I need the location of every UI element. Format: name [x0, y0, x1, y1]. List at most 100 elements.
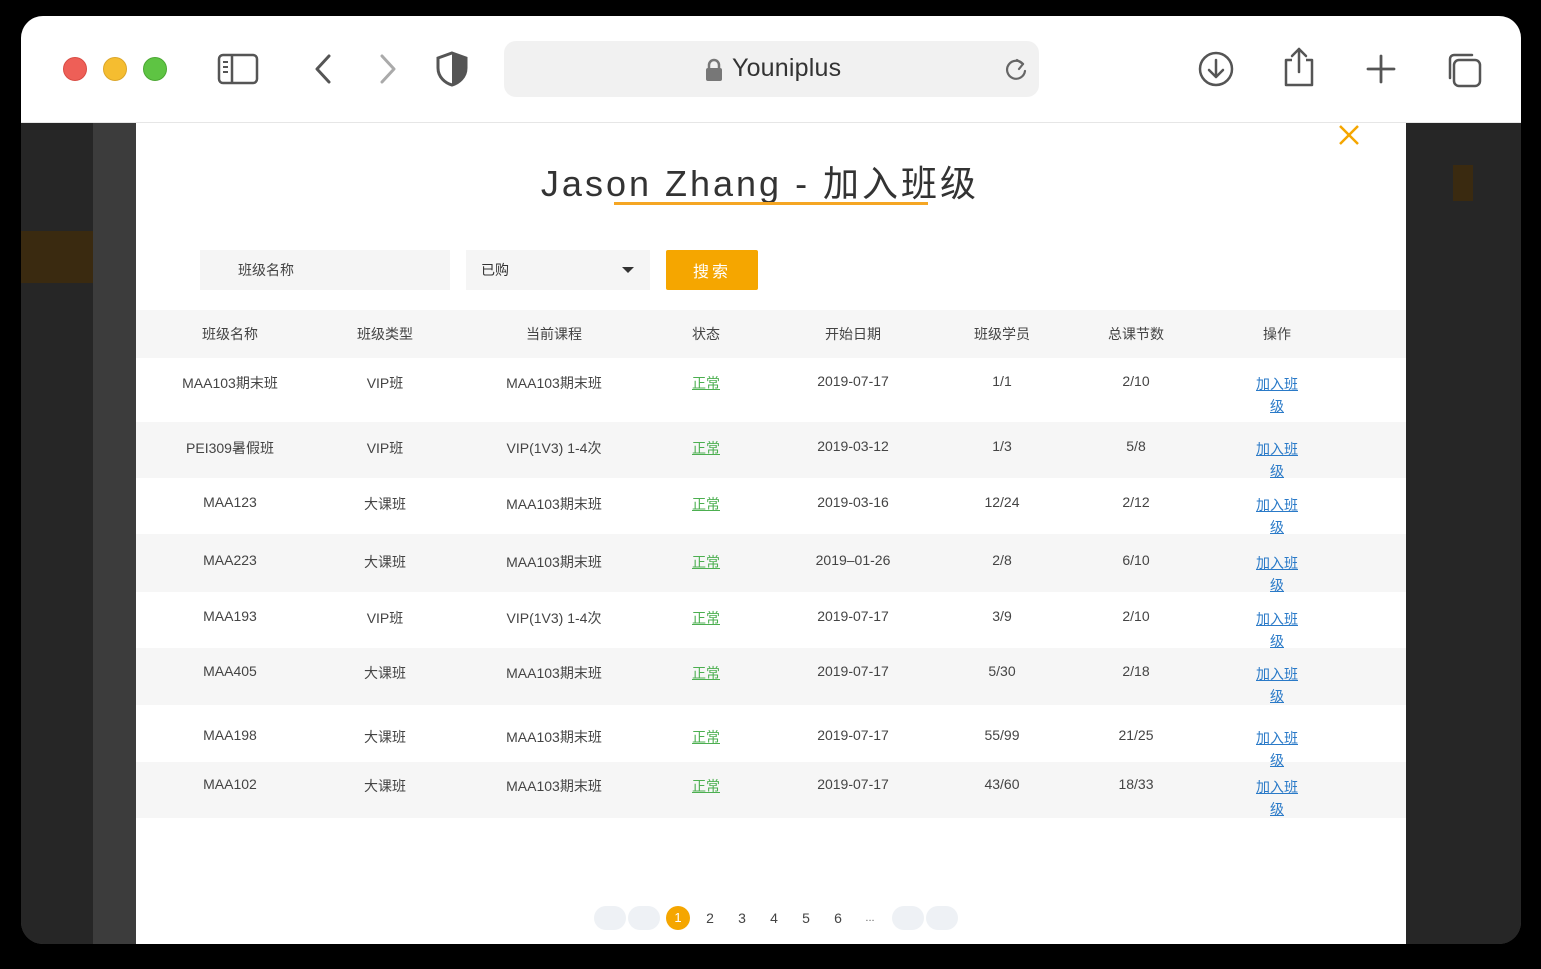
- status-link[interactable]: 正常: [692, 375, 720, 391]
- search-button[interactable]: 搜索: [666, 250, 758, 290]
- join-class-link[interactable]: 加入班级: [1254, 494, 1300, 538]
- total-lessons-cell: 5/8: [1048, 438, 1224, 454]
- join-class-link[interactable]: 加入班级: [1254, 373, 1300, 417]
- students-cell: 5/30: [956, 663, 1048, 679]
- join-class-link[interactable]: 加入班级: [1254, 663, 1300, 707]
- students-cell-text: 1/1: [992, 373, 1012, 389]
- status-link[interactable]: 正常: [692, 778, 720, 794]
- students-cell: 12/24: [956, 494, 1048, 510]
- class-type-cell-text: 大课班: [364, 496, 406, 512]
- students-cell-text: 43/60: [984, 776, 1020, 792]
- students-cell-text: 55/99: [984, 727, 1020, 743]
- students-cell-text: 12/24: [984, 494, 1020, 510]
- lock-icon: [705, 58, 723, 87]
- header-class-name: 班级名称: [202, 326, 258, 342]
- status-cell: 正常: [662, 776, 750, 796]
- class-type-cell: VIP班: [324, 373, 446, 393]
- total-lessons-cell: 2/10: [1048, 608, 1224, 624]
- close-window-button[interactable]: [63, 57, 87, 81]
- join-class-link[interactable]: 加入班级: [1254, 727, 1300, 771]
- start-date-cell-text: 2019-03-12: [817, 438, 889, 454]
- shield-icon[interactable]: [435, 51, 469, 87]
- reload-icon[interactable]: [1003, 56, 1029, 89]
- start-date-cell: 2019-07-17: [750, 608, 956, 624]
- page-button[interactable]: 3: [726, 910, 758, 926]
- address-text: Youniplus: [732, 54, 842, 82]
- zoom-window-button[interactable]: [143, 57, 167, 81]
- back-icon[interactable]: [311, 53, 335, 85]
- new-tab-icon[interactable]: [1365, 53, 1397, 85]
- status-link[interactable]: 正常: [692, 665, 720, 681]
- forward-icon[interactable]: [376, 53, 400, 85]
- class-name-search-input[interactable]: [200, 250, 450, 290]
- start-date-cell-text: 2019-07-17: [817, 373, 889, 389]
- first-page-button[interactable]: [594, 906, 626, 930]
- page-button[interactable]: 4: [758, 910, 790, 926]
- join-class-modal: Jason Zhang - 加入班级 已购 搜索 班级名称 班级类型 当前课程 …: [136, 123, 1406, 944]
- status-cell: 正常: [662, 552, 750, 572]
- table-row: MAA123 大课班 MAA103期末班 正常 2019-03-16 12/24 2/12 加…: [136, 478, 1406, 535]
- start-date-cell: 2019-07-17: [750, 776, 956, 792]
- join-class-link[interactable]: 加入班级: [1254, 608, 1300, 652]
- purchase-status-select[interactable]: 已购: [466, 250, 650, 290]
- join-class-link[interactable]: 加入班级: [1254, 552, 1300, 596]
- total-lessons-cell: 6/10: [1048, 552, 1224, 568]
- header-students: 班级学员: [974, 326, 1030, 342]
- current-course-cell: MAA103期末班: [446, 663, 662, 683]
- table-row: MAA102 大课班 MAA103期末班 正常 2019-07-17 43/60 18/33…: [136, 762, 1406, 818]
- sidebar-icon[interactable]: [217, 53, 259, 85]
- class-type-cell: 大课班: [324, 552, 446, 572]
- page-button[interactable]: 2: [694, 910, 726, 926]
- students-cell: 55/99: [956, 727, 1048, 743]
- minimize-window-button[interactable]: [103, 57, 127, 81]
- pagination-ellipsis: ...: [865, 912, 875, 924]
- class-type-cell: VIP班: [324, 438, 446, 458]
- students-cell-text: 3/9: [992, 608, 1012, 624]
- start-date-cell: 2019-07-17: [750, 663, 956, 679]
- tabs-overview-icon[interactable]: [1445, 51, 1483, 89]
- total-lessons-cell-text: 18/33: [1118, 776, 1154, 792]
- class-name-cell-text: MAA198: [203, 727, 257, 743]
- class-type-cell-text: 大课班: [364, 778, 406, 794]
- current-course-cell-text: MAA103期末班: [506, 375, 602, 391]
- current-course-cell: VIP(1V3) 1-4次: [446, 438, 662, 458]
- class-type-cell: 大课班: [324, 494, 446, 514]
- status-cell: 正常: [662, 727, 750, 747]
- class-name-cell: MAA102: [136, 776, 324, 792]
- header-current-course: 当前课程: [526, 326, 582, 342]
- class-name-cell-text: MAA123: [203, 494, 257, 510]
- address-bar[interactable]: Youniplus: [504, 41, 1039, 97]
- page-button-active[interactable]: 1: [666, 906, 690, 930]
- status-cell: 正常: [662, 494, 750, 514]
- class-type-cell-text: VIP班: [366, 440, 404, 456]
- share-icon[interactable]: [1281, 46, 1317, 88]
- total-lessons-cell-text: 5/8: [1126, 438, 1146, 454]
- close-icon[interactable]: [1335, 121, 1363, 149]
- pagination: 1 2 3 4 5 6 ...: [594, 905, 960, 931]
- table-row: MAA103期末班 VIP班 MAA103期末班 正常 2019-07-17 1/1 2/1…: [136, 358, 1406, 422]
- total-lessons-cell-text: 2/10: [1122, 373, 1150, 389]
- prev-page-button[interactable]: [628, 906, 660, 930]
- current-course-cell-text: MAA103期末班: [506, 729, 602, 745]
- page-button[interactable]: 5: [790, 910, 822, 926]
- page-button[interactable]: 6: [822, 910, 854, 926]
- join-class-link[interactable]: 加入班级: [1254, 438, 1300, 482]
- total-lessons-cell: 2/10: [1048, 373, 1224, 389]
- total-lessons-cell: 18/33: [1048, 776, 1224, 792]
- students-cell: 43/60: [956, 776, 1048, 792]
- join-class-link[interactable]: 加入班级: [1254, 776, 1300, 820]
- students-cell-text: 2/8: [992, 552, 1012, 568]
- status-link[interactable]: 正常: [692, 729, 720, 745]
- status-link[interactable]: 正常: [692, 440, 720, 456]
- download-icon[interactable]: [1197, 50, 1235, 88]
- background-button: [1453, 165, 1473, 201]
- status-link[interactable]: 正常: [692, 496, 720, 512]
- status-link[interactable]: 正常: [692, 554, 720, 570]
- total-lessons-cell: 2/18: [1048, 663, 1224, 679]
- total-lessons-cell: 2/12: [1048, 494, 1224, 510]
- last-page-button[interactable]: [926, 906, 958, 930]
- start-date-cell: 2019–01-26: [750, 552, 956, 568]
- next-page-button[interactable]: [892, 906, 924, 930]
- action-cell: 加入班级: [1224, 608, 1330, 652]
- status-link[interactable]: 正常: [692, 610, 720, 626]
